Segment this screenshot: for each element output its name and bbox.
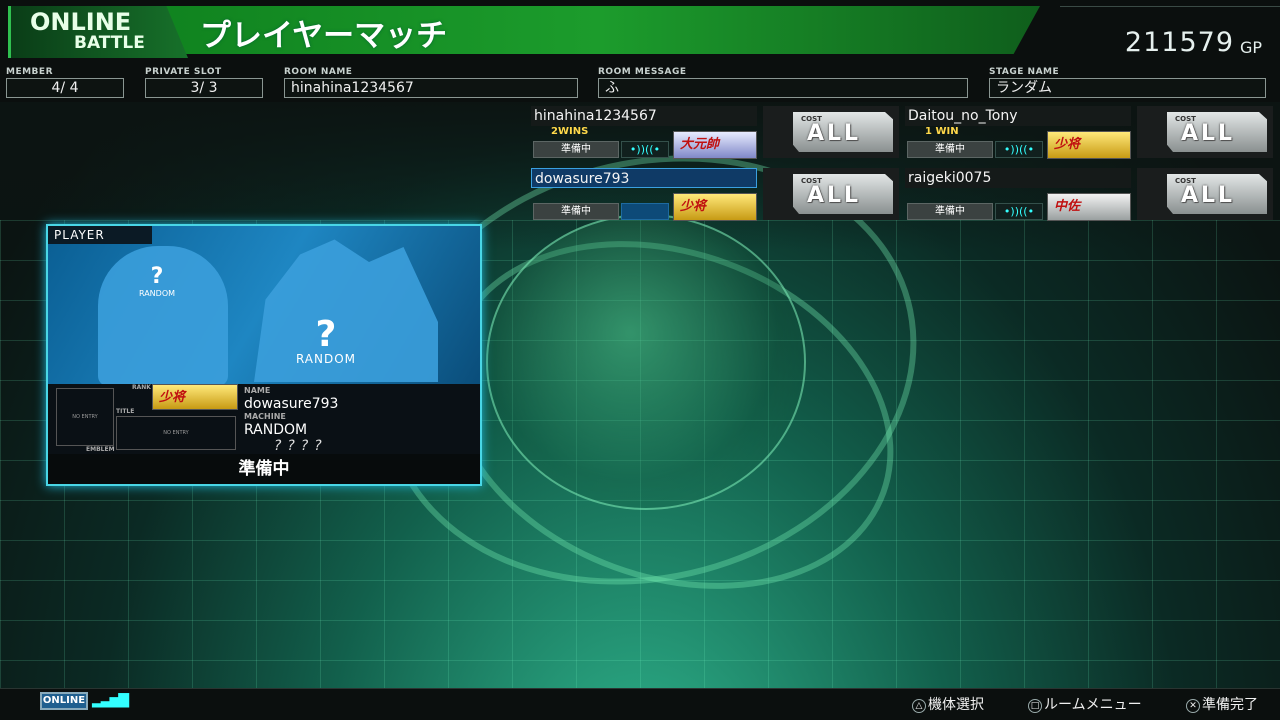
gp-unit: GP xyxy=(1239,38,1262,57)
header: ONLINE BATTLE プレイヤーマッチ 211579 GP xyxy=(0,0,1280,62)
triangle-control[interactable]: △ 機体選択 xyxy=(912,694,984,714)
connection-signal-icon: •))((• xyxy=(621,141,669,158)
gp-display: 211579 GP xyxy=(1060,6,1280,58)
page-title: プレイヤーマッチ xyxy=(200,18,448,54)
name-label: NAME xyxy=(244,386,271,395)
room-message-field: ふ xyxy=(598,78,968,98)
emblem-label: EMBLEM xyxy=(86,446,115,453)
square-control-label: ルームメニュー xyxy=(1044,697,1142,713)
slot-player-name: hinahina1234567 xyxy=(531,106,757,126)
player-slot-2[interactable]: Daitou_no_Tony 1 WIN 準備中 •))((• 少将 COST … xyxy=(905,106,1273,162)
rank-label: RANK xyxy=(132,384,151,391)
slot-status: 準備中 xyxy=(533,141,619,158)
machine-random-label: RANDOM xyxy=(295,352,357,366)
cross-control-label: 準備完了 xyxy=(1202,697,1258,713)
player-slot-4[interactable]: raigeki0075 準備中 •))((• 中佐 COST ALL xyxy=(905,168,1273,224)
square-button-icon: □ xyxy=(1028,699,1042,713)
machine-unknown-text: ???? xyxy=(274,438,328,454)
cost-value: ALL xyxy=(1181,183,1236,208)
online-status-badge: ONLINE xyxy=(40,692,88,710)
triangle-control-label: 機体選択 xyxy=(928,697,984,713)
room-name-field: hinahina1234567 xyxy=(284,78,578,98)
connection-signal-icon xyxy=(621,203,669,220)
player-slot-3[interactable]: dowasure793 準備中 少将 COST ALL xyxy=(531,168,899,224)
emblem-box: NO ENTRY xyxy=(56,388,114,446)
member-count: 4/ 4 xyxy=(6,78,124,98)
slot-wins: 2WINS xyxy=(551,126,589,137)
triangle-button-icon: △ xyxy=(912,699,926,713)
private-slot-count: 3/ 3 xyxy=(145,78,263,98)
title-box: NO ENTRY xyxy=(116,416,236,450)
cost-box: COST ALL xyxy=(763,168,899,220)
pilot-random-label: RANDOM xyxy=(138,289,176,298)
slot-status: 準備中 xyxy=(907,203,993,220)
rank-badge: 中佐 xyxy=(1047,193,1131,221)
pilot-question-mark: ? xyxy=(150,264,164,289)
slot-player-name: Daitou_no_Tony xyxy=(905,106,1131,126)
cross-button-icon: ✕ xyxy=(1186,699,1200,713)
card-art: ? RANDOM ? RANDOM xyxy=(48,226,480,386)
slot-status: 準備中 xyxy=(907,141,993,158)
logo-battle-text: BATTLE xyxy=(74,33,145,53)
cost-value: ALL xyxy=(807,183,862,208)
stage-name-field: ランダム xyxy=(989,78,1266,98)
player-rank-badge: 少将 xyxy=(152,384,238,410)
signal-strength-icon: ▂▃▅▇ xyxy=(92,692,129,708)
player-card-info: NO ENTRY EMBLEM RANK TITLE 少将 NO ENTRY N… xyxy=(48,384,480,454)
slot-wins: 1 WIN xyxy=(925,126,959,137)
cost-box: COST ALL xyxy=(1137,106,1273,158)
machine-label: MACHINE xyxy=(244,412,286,421)
private-slot-label: PRIVATE SLOT xyxy=(145,67,222,77)
player-status: 準備中 xyxy=(48,454,480,484)
slot-player-name: raigeki0075 xyxy=(905,168,1131,188)
slot-status: 準備中 xyxy=(533,203,619,220)
member-label: MEMBER xyxy=(6,67,53,77)
cost-value: ALL xyxy=(1181,121,1236,146)
slot-player-name: dowasure793 xyxy=(531,168,757,188)
gp-value: 211579 xyxy=(1124,27,1234,58)
room-message-label: ROOM MESSAGE xyxy=(598,67,687,77)
logo-online-text: ONLINE xyxy=(30,8,132,36)
connection-signal-icon: •))((• xyxy=(995,141,1043,158)
pilot-random: ? RANDOM xyxy=(132,264,182,298)
cost-value: ALL xyxy=(807,121,862,146)
globe-icon xyxy=(486,214,806,510)
square-control[interactable]: □ ルームメニュー xyxy=(1028,694,1142,714)
player-card-label: PLAYER xyxy=(48,226,152,244)
machine-question-mark: ? xyxy=(315,314,337,355)
machine-random: ? RANDOM xyxy=(276,314,376,367)
machine-name: RANDOM xyxy=(244,422,308,438)
cost-box: COST ALL xyxy=(1137,168,1273,220)
title-label: TITLE xyxy=(116,408,135,415)
player-card: ? RANDOM ? RANDOM PLAYER NO ENTRY EMBLEM… xyxy=(46,224,482,486)
cross-control[interactable]: ✕ 準備完了 xyxy=(1186,694,1258,714)
player-slot-1[interactable]: hinahina1234567 2WINS 準備中 •))((• 大元帥 COS… xyxy=(531,106,899,162)
rank-badge: 大元帥 xyxy=(673,131,757,159)
rank-badge: 少将 xyxy=(1047,131,1131,159)
cost-box: COST ALL xyxy=(763,106,899,158)
rank-badge: 少将 xyxy=(673,193,757,221)
room-name-label: ROOM NAME xyxy=(284,67,353,77)
stage-name-label: STAGE NAME xyxy=(989,67,1060,77)
player-name: dowasure793 xyxy=(244,396,339,412)
connection-signal-icon: •))((• xyxy=(995,203,1043,220)
